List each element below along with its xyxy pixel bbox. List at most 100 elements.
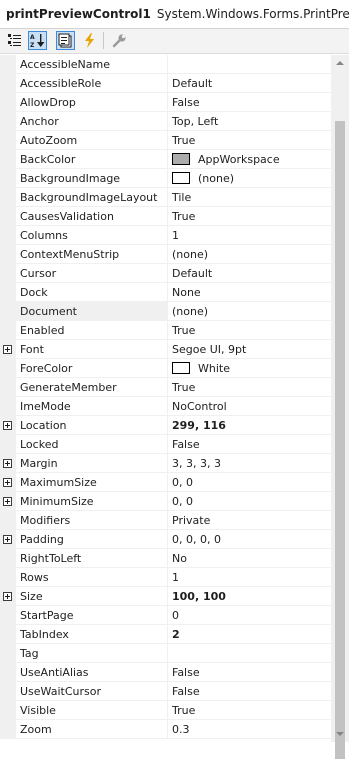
property-name[interactable]: AccessibleName xyxy=(16,55,168,74)
vertical-scrollbar[interactable] xyxy=(331,55,349,759)
property-name[interactable]: StartPage xyxy=(16,606,168,625)
property-value[interactable]: Private xyxy=(168,511,331,530)
property-name[interactable]: Anchor xyxy=(16,112,168,131)
property-row[interactable]: Visible True xyxy=(0,701,331,720)
property-value[interactable]: 1 xyxy=(168,568,331,587)
categorized-button[interactable] xyxy=(5,31,24,50)
property-name[interactable]: Columns xyxy=(16,226,168,245)
property-row[interactable]: Padding 0, 0, 0, 0 xyxy=(0,530,331,549)
events-button[interactable] xyxy=(80,31,99,50)
expand-plus-icon[interactable] xyxy=(3,459,12,468)
property-row[interactable]: Enabled True xyxy=(0,321,331,340)
property-row[interactable]: Anchor Top, Left xyxy=(0,112,331,131)
property-name[interactable]: MaximumSize xyxy=(16,473,168,492)
expand-plus-icon[interactable] xyxy=(3,421,12,430)
property-row[interactable]: UseWaitCursor False xyxy=(0,682,331,701)
property-value[interactable]: 100, 100 xyxy=(168,587,331,606)
property-value[interactable]: Top, Left xyxy=(168,112,331,131)
property-row[interactable]: BackgroundImageLayout Tile xyxy=(0,188,331,207)
property-value[interactable]: (none) xyxy=(168,245,331,264)
property-row[interactable]: Modifiers Private xyxy=(0,511,331,530)
property-value[interactable]: 0, 0 xyxy=(168,492,331,511)
property-name[interactable]: Location xyxy=(16,416,168,435)
property-value[interactable]: False xyxy=(168,93,331,112)
property-row[interactable]: BackColor AppWorkspace xyxy=(0,150,331,169)
property-name[interactable]: BackgroundImageLayout xyxy=(16,188,168,207)
property-name[interactable]: BackColor xyxy=(16,150,168,169)
property-value[interactable] xyxy=(168,55,331,74)
property-row[interactable]: Margin 3, 3, 3, 3 xyxy=(0,454,331,473)
property-value[interactable]: 0, 0 xyxy=(168,473,331,492)
property-row[interactable]: ForeColor White xyxy=(0,359,331,378)
property-value[interactable]: 299, 116 xyxy=(168,416,331,435)
expand-plus-icon[interactable] xyxy=(3,592,12,601)
property-name[interactable]: AllowDrop xyxy=(16,93,168,112)
property-name[interactable]: RightToLeft xyxy=(16,549,168,568)
property-value[interactable]: True xyxy=(168,701,331,720)
property-name[interactable]: Cursor xyxy=(16,264,168,283)
property-value[interactable]: 1 xyxy=(168,226,331,245)
property-value[interactable] xyxy=(168,644,331,663)
property-row[interactable]: Font Segoe UI, 9pt xyxy=(0,340,331,359)
scroll-down-arrow-icon[interactable] xyxy=(336,732,344,736)
property-name[interactable]: Size xyxy=(16,587,168,606)
property-name[interactable]: UseWaitCursor xyxy=(16,682,168,701)
property-row[interactable]: BackgroundImage (none) xyxy=(0,169,331,188)
property-row[interactable]: Zoom 0.3 xyxy=(0,720,331,739)
property-row[interactable]: AutoZoom True xyxy=(0,131,331,150)
scroll-up-arrow-icon[interactable] xyxy=(336,61,344,65)
property-value[interactable]: True xyxy=(168,207,331,226)
alphabetical-button[interactable]: A Z xyxy=(28,31,47,50)
property-name[interactable]: Locked xyxy=(16,435,168,454)
property-value[interactable]: No xyxy=(168,549,331,568)
property-name[interactable]: Rows xyxy=(16,568,168,587)
property-value[interactable]: AppWorkspace xyxy=(168,150,331,169)
expand-plus-icon[interactable] xyxy=(3,497,12,506)
property-row[interactable]: UseAntiAlias False xyxy=(0,663,331,682)
property-value[interactable]: (none) xyxy=(168,302,331,321)
property-name[interactable]: Zoom xyxy=(16,720,168,739)
property-name[interactable]: Margin xyxy=(16,454,168,473)
property-name[interactable]: MinimumSize xyxy=(16,492,168,511)
property-name[interactable]: Document xyxy=(16,302,168,321)
expand-plus-icon[interactable] xyxy=(3,535,12,544)
property-value[interactable]: 2 xyxy=(168,625,331,644)
property-row[interactable]: CausesValidation True xyxy=(0,207,331,226)
property-value[interactable]: Default xyxy=(168,264,331,283)
property-row[interactable]: AllowDrop False xyxy=(0,93,331,112)
property-row[interactable]: TabIndex 2 xyxy=(0,625,331,644)
property-name[interactable]: Font xyxy=(16,340,168,359)
property-row[interactable]: Dock None xyxy=(0,283,331,302)
property-value[interactable]: (none) xyxy=(168,169,331,188)
property-name[interactable]: Visible xyxy=(16,701,168,720)
property-value[interactable]: 3, 3, 3, 3 xyxy=(168,454,331,473)
property-row[interactable]: AccessibleName xyxy=(0,55,331,74)
property-row[interactable]: Locked False xyxy=(0,435,331,454)
property-value[interactable]: False xyxy=(168,663,331,682)
property-value[interactable]: False xyxy=(168,682,331,701)
property-value[interactable]: 0, 0, 0, 0 xyxy=(168,530,331,549)
property-name[interactable]: UseAntiAlias xyxy=(16,663,168,682)
property-row[interactable]: Document (none) xyxy=(0,302,331,321)
property-row[interactable]: ContextMenuStrip (none) xyxy=(0,245,331,264)
property-row[interactable]: MinimumSize 0, 0 xyxy=(0,492,331,511)
property-name[interactable]: CausesValidation xyxy=(16,207,168,226)
property-row[interactable]: Columns 1 xyxy=(0,226,331,245)
property-name[interactable]: ImeMode xyxy=(16,397,168,416)
property-name[interactable]: GenerateMember xyxy=(16,378,168,397)
property-value[interactable]: True xyxy=(168,321,331,340)
property-value[interactable]: None xyxy=(168,283,331,302)
property-name[interactable]: ForeColor xyxy=(16,359,168,378)
property-row[interactable]: Location 299, 116 xyxy=(0,416,331,435)
property-pages-button[interactable] xyxy=(110,31,129,50)
property-value[interactable]: White xyxy=(168,359,331,378)
property-row[interactable]: Cursor Default xyxy=(0,264,331,283)
property-row[interactable]: AccessibleRole Default xyxy=(0,74,331,93)
property-name[interactable]: Modifiers xyxy=(16,511,168,530)
property-value[interactable]: Segoe UI, 9pt xyxy=(168,340,331,359)
property-row[interactable]: Size 100, 100 xyxy=(0,587,331,606)
property-name[interactable]: AutoZoom xyxy=(16,131,168,150)
property-value[interactable]: 0.3 xyxy=(168,720,331,739)
property-row[interactable]: GenerateMember True xyxy=(0,378,331,397)
property-name[interactable]: ContextMenuStrip xyxy=(16,245,168,264)
